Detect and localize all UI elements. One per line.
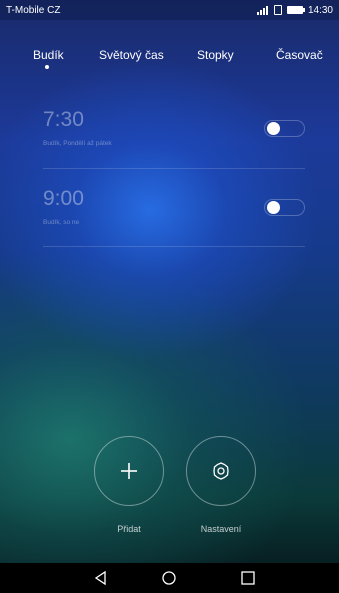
toggle-knob [267,122,280,135]
selected-tab-indicator [45,65,49,69]
alarm-description: Budík, so ne [43,219,80,226]
divider [43,246,305,247]
alarm-toggle[interactable] [264,120,305,137]
tab-alarm[interactable]: Budík [33,48,64,62]
alarm-item[interactable]: 9:00 Budík, so ne [43,181,305,241]
status-time: 14:30 [307,4,333,16]
alarm-toggle[interactable] [264,199,305,216]
back-icon[interactable] [93,570,109,586]
battery-icon [286,6,305,14]
alarm-time: 9:00 [43,187,84,210]
tab-stopwatch[interactable]: Stopky [197,48,234,62]
home-icon[interactable] [161,570,177,586]
recent-apps-icon[interactable] [240,570,256,586]
add-alarm-label: Přidat [117,524,141,534]
navigation-bar [0,563,339,593]
settings-button[interactable] [186,436,256,506]
divider [43,168,305,169]
gear-icon [213,462,229,480]
settings-label: Nastavení [200,524,242,534]
alarm-item[interactable]: 7:30 Budík, Pondělí až pátek [43,102,305,162]
alarm-time: 7:30 [43,108,84,131]
tab-timer[interactable]: Časovač [276,48,323,62]
alarm-description: Budík, Pondělí až pátek [43,140,112,147]
carrier-name: T-Mobile CZ [6,4,61,16]
status-icons: 14:30 [256,4,333,16]
tab-bar: Budík Světový čas Stopky Časovač [0,48,339,78]
clock-app-screen: T-Mobile CZ 14:30 Budík Světový čas Stop… [0,0,339,563]
signal-icon [256,5,269,15]
sim-icon [273,5,282,15]
status-bar: T-Mobile CZ 14:30 [0,0,339,20]
toggle-knob [267,201,280,214]
plus-icon [121,463,137,479]
tab-world-clock[interactable]: Světový čas [99,48,164,62]
add-alarm-button[interactable] [94,436,164,506]
